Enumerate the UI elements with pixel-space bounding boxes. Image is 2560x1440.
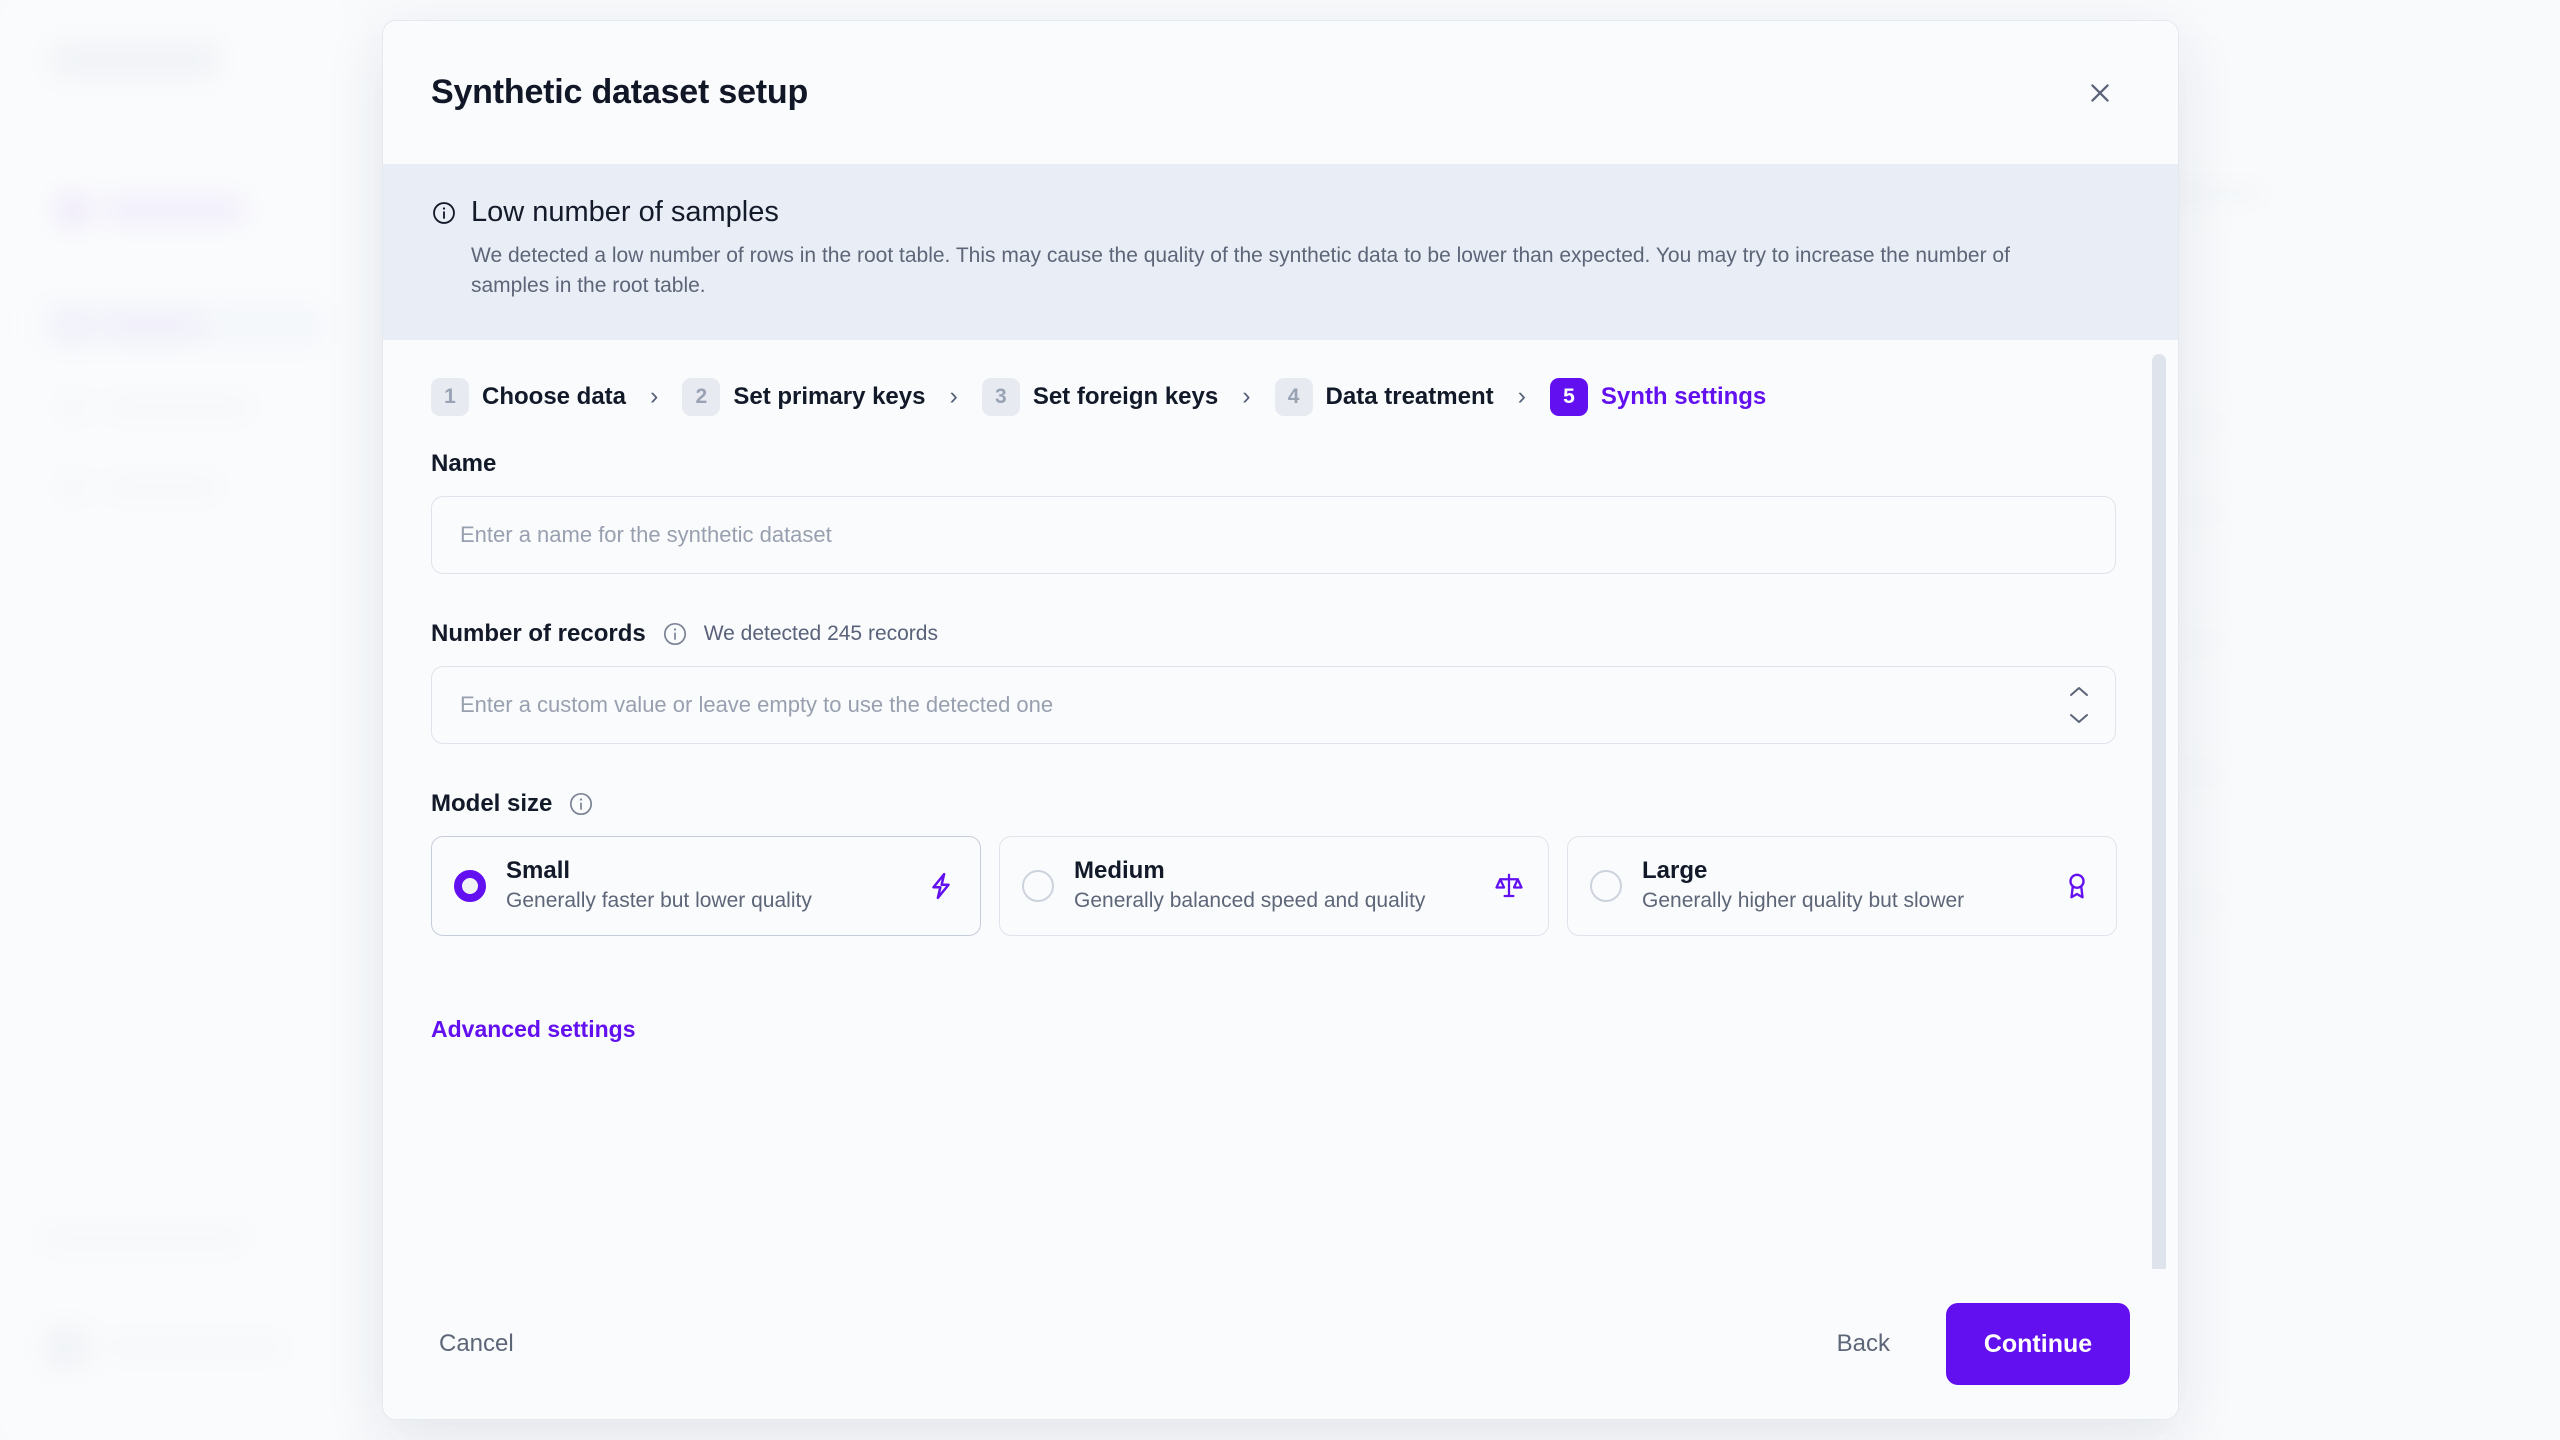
info-circle-icon [433,201,455,224]
alert-description: We detected a low number of rows in the … [471,244,2010,298]
step-label: Data treatment [1325,382,1494,410]
step-label: Set primary keys [733,382,926,410]
step-separator-icon: › [949,382,958,411]
records-label-row: Number of records We detected 245 record… [431,620,2130,648]
step-synth-settings[interactable]: 5 Synth settings [1549,377,1767,416]
step-label: Choose data [482,382,627,410]
records-label: Number of records [431,619,646,647]
advanced-settings-link[interactable]: Advanced settings [431,1016,636,1043]
step-number: 3 [981,377,1020,416]
model-size-label: Model size [431,789,553,817]
step-separator-icon: › [650,382,659,411]
radio-small[interactable] [454,869,486,902]
step-choose-data[interactable]: 1 Choose data [431,377,627,416]
dialog-scrollbar-thumb[interactable] [2152,353,2166,1269]
step-number: 5 [1549,377,1588,416]
name-field-block: Name [431,450,2130,574]
dialog-title: Synthetic dataset setup [431,73,809,111]
award-ribbon-icon [2069,873,2085,899]
chevron-down-icon [2070,713,2088,723]
step-separator-icon: › [1242,382,1251,411]
info-circle-icon[interactable] [568,791,594,817]
option-title: Large [1642,857,1708,885]
records-field-block: Number of records We detected 245 record… [431,620,2130,744]
dialog-scrollbar-track[interactable] [2152,353,2166,1269]
back-button[interactable]: Back [1815,1318,1912,1370]
alert-title: Low number of samples [471,196,779,228]
alert-title-row: Low number of samples [431,196,2130,229]
lightning-bolt-icon [932,872,950,899]
synthetic-dataset-setup-dialog: Synthetic dataset setup Low number of sa… [382,20,2179,1420]
records-detected-hint: We detected 245 records [703,621,938,645]
close-dialog-button[interactable] [2077,70,2123,116]
dialog-header: Synthetic dataset setup [383,21,2178,164]
spinner-buttons [2066,683,2092,727]
dialog-footer: Cancel Back Continue [383,1269,2178,1419]
number-of-records-input[interactable] [431,665,2116,744]
scales-balance-icon [1495,873,1523,897]
model-size-options: Small Generally faster but lower quality… [431,835,2130,936]
model-size-option-medium[interactable]: Medium Generally balanced speed and qual… [999,835,1549,936]
step-number: 1 [431,377,469,416]
model-size-label-row: Model size [431,790,2130,818]
cancel-button[interactable]: Cancel [431,1318,522,1370]
step-number: 4 [1274,377,1313,416]
option-description: Generally higher quality but slower [1642,889,1965,913]
dataset-name-input[interactable] [431,495,2116,574]
option-title: Small [506,857,571,885]
setup-stepper: 1 Choose data › 2 Set primary keys › 3 S… [431,340,2130,450]
radio-medium[interactable] [1022,869,1054,902]
low-samples-alert: Low number of samples We detected a low … [383,164,2178,340]
model-size-option-large[interactable]: Large Generally higher quality but slowe… [1567,835,2117,936]
dialog-scroll-area: 1 Choose data › 2 Set primary keys › 3 S… [383,339,2178,1269]
close-icon [2091,83,2109,102]
model-size-field-block: Model size Small Generally faster but lo… [431,790,2130,936]
records-increment-button[interactable] [2066,683,2092,701]
name-label: Name [431,449,497,477]
step-label: Synth settings [1600,382,1767,410]
step-data-treatment[interactable]: 4 Data treatment [1274,377,1494,416]
step-number: 2 [682,377,721,416]
radio-large[interactable] [1590,869,1622,902]
records-spinner [431,665,2116,744]
option-title: Medium [1074,857,1165,885]
option-description: Generally balanced speed and quality [1074,889,1426,913]
name-label-row: Name [431,450,2130,478]
step-separator-icon: › [1517,382,1526,411]
step-set-foreign-keys[interactable]: 3 Set foreign keys [981,377,1219,416]
chevron-up-icon [2070,686,2088,696]
continue-button[interactable]: Continue [1946,1303,2130,1385]
model-size-option-small[interactable]: Small Generally faster but lower quality [431,835,981,936]
records-decrement-button[interactable] [2066,709,2092,727]
step-set-primary-keys[interactable]: 2 Set primary keys [682,377,926,416]
option-description: Generally faster but lower quality [506,889,812,913]
step-label: Set foreign keys [1032,382,1219,410]
info-circle-icon[interactable] [662,621,688,647]
